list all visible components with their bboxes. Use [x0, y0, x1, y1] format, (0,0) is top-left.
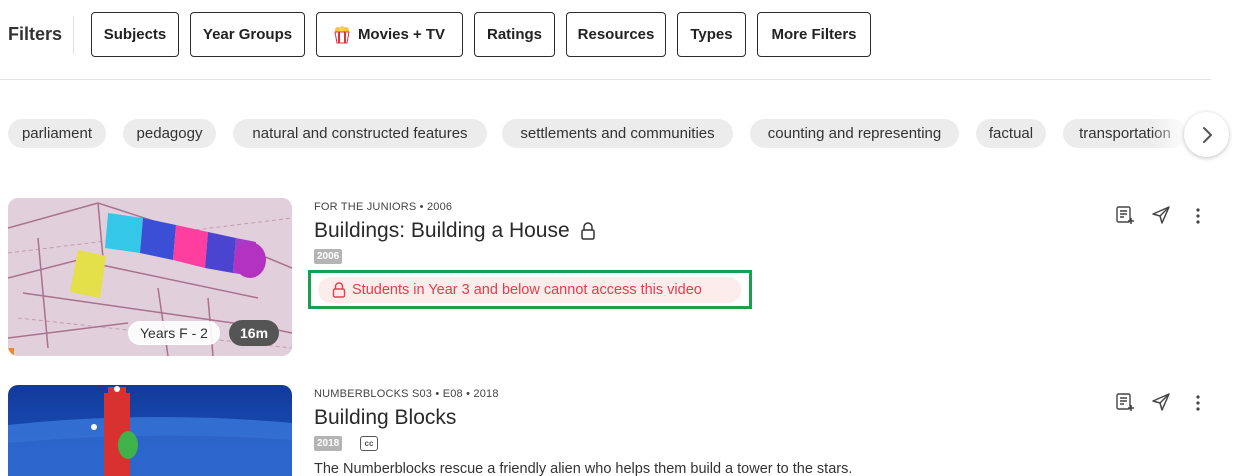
types-filter-button[interactable]: Types	[677, 12, 746, 57]
access-notice-text: Students in Year 3 and below cannot acce…	[352, 282, 702, 298]
chevron-right-icon	[1202, 126, 1212, 143]
popcorn-icon	[334, 25, 350, 44]
video-description: The Numberblocks rescue a friendly alien…	[314, 461, 853, 476]
scroll-right-button[interactable]	[1184, 112, 1229, 157]
add-to-playlist-button[interactable]	[1114, 204, 1136, 226]
more-options-button[interactable]	[1187, 391, 1209, 413]
access-notice: Students in Year 3 and below cannot acce…	[318, 277, 741, 303]
lock-icon	[332, 282, 346, 298]
share-button[interactable]	[1150, 204, 1172, 226]
resources-filter-button[interactable]: Resources	[566, 12, 666, 57]
video-meta: NUMBERBLOCKS S03 • E08 • 2018	[314, 388, 499, 400]
tag-chip[interactable]: pedagogy	[123, 119, 216, 148]
filters-label: Filters	[8, 24, 63, 44]
video-title[interactable]: Buildings: Building a House	[314, 219, 596, 243]
closed-captions-icon: cc	[360, 436, 378, 451]
video-title-text: Buildings: Building a House	[314, 219, 570, 242]
tag-chip[interactable]: counting and representing	[750, 119, 959, 148]
send-icon	[1152, 206, 1170, 224]
filters-bar: Filters Subjects Year Groups Movies + TV…	[0, 0, 1211, 80]
year-groups-filter-button[interactable]: Year Groups	[190, 12, 305, 57]
share-button[interactable]	[1150, 391, 1172, 413]
tag-chip[interactable]: parliament	[8, 119, 106, 148]
more-options-button[interactable]	[1187, 204, 1209, 226]
filters-divider	[73, 16, 74, 54]
video-title[interactable]: Building Blocks	[314, 406, 456, 430]
more-vertical-icon	[1196, 208, 1200, 224]
movies-tv-label: Movies + TV	[357, 26, 446, 43]
send-icon	[1152, 393, 1170, 411]
playlist-add-icon	[1116, 393, 1134, 411]
year-badge: 2018	[314, 436, 343, 451]
duration-badge: 16m	[229, 320, 280, 346]
tag-chip[interactable]: factual	[976, 119, 1046, 148]
more-filters-button[interactable]: More Filters	[757, 12, 871, 57]
video-title-text: Building Blocks	[314, 406, 457, 429]
numberblocks-thumbnail-image	[8, 385, 292, 476]
ratings-filter-button[interactable]: Ratings	[474, 12, 555, 57]
years-label: Years F - 2	[128, 321, 220, 345]
playlist-add-icon	[1116, 206, 1134, 224]
movies-tv-filter-button[interactable]: Movies + TV	[316, 12, 463, 57]
tag-chip[interactable]: settlements and communities	[502, 119, 733, 148]
tag-chip[interactable]: natural and constructed features	[233, 119, 487, 148]
lock-icon	[580, 222, 595, 240]
video-thumbnail[interactable]	[8, 385, 292, 476]
year-badge: 2006	[314, 249, 343, 264]
add-to-playlist-button[interactable]	[1114, 391, 1136, 413]
subjects-filter-button[interactable]: Subjects	[91, 12, 179, 57]
video-meta: FOR THE JUNIORS • 2006	[314, 201, 453, 213]
more-vertical-icon	[1196, 395, 1200, 411]
